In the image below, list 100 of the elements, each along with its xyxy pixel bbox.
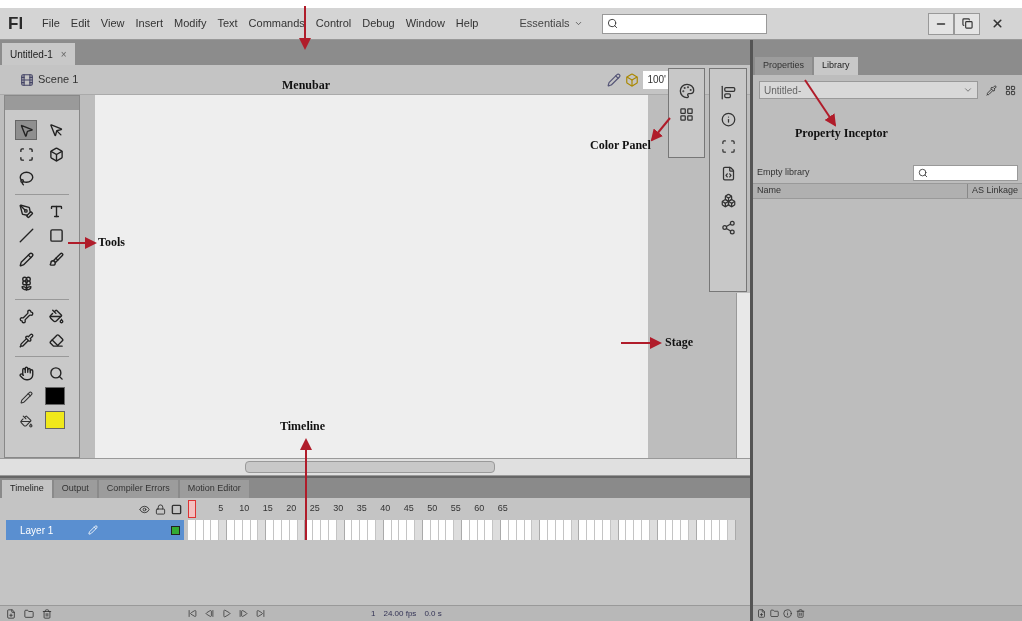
eyedropper-icon [18,332,34,348]
rectangle-tool-icon [48,227,64,243]
horizontal-scrollbar[interactable] [0,458,750,476]
delete-icon [796,609,805,618]
next-frame-icon [239,609,248,618]
transform-tool-icon [18,146,34,162]
layer-outline-swatch [171,525,180,535]
zoom-field[interactable]: 100' [643,70,670,89]
document-dropdown[interactable]: Untitled- [759,81,978,99]
frame-number: 65 [496,502,509,516]
search-field[interactable] [601,13,767,34]
transform-icon [720,139,736,154]
menu-item[interactable]: Insert [135,15,163,32]
annotation-label: Timeline [280,418,326,435]
folder-icon [770,609,779,618]
frame-number: 55 [449,502,462,516]
playhead[interactable] [188,500,196,518]
menu-item[interactable]: Window [405,15,445,32]
lock-icon [155,503,166,515]
frame-number: 30 [332,502,345,516]
scene-icon [20,72,34,87]
vertical-scrollbar[interactable] [736,293,750,458]
column-header[interactable]: AS Linkage [966,184,1018,198]
restore-button[interactable] [954,12,980,35]
eye-icon [139,503,150,515]
frame-number: 60 [473,502,486,516]
new-symbol-icon [757,609,766,618]
search-icon [918,168,928,178]
frame-rate[interactable]: 24.00 fps [383,607,417,620]
annotation-label: Color Panel [590,137,651,154]
color-swatch[interactable] [45,387,65,405]
layer-name: Layer 1 [20,523,55,538]
paint-bucket-icon [48,308,64,324]
selection-tool-icon [18,122,34,138]
document-tab[interactable]: Untitled-1 × [2,43,75,65]
fill-color-icon [19,414,33,428]
panel-tab[interactable]: Compiler Errors [98,480,178,498]
app-logo: Fl [8,12,24,35]
annotation-label: Property Inceptor [795,125,888,142]
scene-label: Scene 1 [38,72,79,88]
panel-tab[interactable]: Properties [755,57,813,75]
search-icon [606,18,618,29]
frame-number: 35 [355,502,368,516]
annotation-arrow [620,337,662,349]
menu-item[interactable]: View [100,15,125,32]
panel-tab[interactable]: Motion Editor [179,480,249,498]
sphere-tool-icon [48,146,64,162]
menu-item[interactable]: File [42,15,60,32]
menu-item[interactable]: Modify [174,15,207,32]
tab-close[interactable]: × [60,46,67,62]
lasso-icon [18,170,34,186]
frame-number: 50 [426,502,439,516]
text-tool-icon [48,203,64,219]
search-icon [48,365,64,381]
menu-item[interactable]: Help [455,15,479,32]
annotation-label: Stage [665,334,693,351]
subselection-tool-icon [48,122,64,138]
frame-number: 5 [217,502,225,516]
color-swatch[interactable] [45,411,65,429]
pen-icon [18,203,34,219]
menu-item[interactable]: Debug [362,15,395,32]
edit-scene-icon [607,72,622,87]
edit-symbol-icon [625,72,640,87]
previous-frame-icon [205,609,214,618]
deco-icon [18,275,34,291]
annotation-arrow [804,79,837,127]
color-icon [678,83,695,99]
new-library-icon [1005,84,1016,96]
caret-icon [573,19,583,28]
panel-tab[interactable]: Timeline [2,480,52,498]
delete-icon [42,608,52,619]
annotation-label: Menubar [282,77,330,94]
last-frame-icon [256,609,265,618]
menu-item[interactable]: Text [217,15,238,32]
tool-button[interactable] [15,120,37,140]
minimize-button[interactable] [928,12,954,35]
frame-number: 45 [402,502,415,516]
library-search-field[interactable] [913,165,1018,181]
menu-item[interactable]: Commands [248,15,305,32]
workspace-dropdown[interactable]: Essentials [519,15,583,32]
components-icon [720,193,736,208]
menu-item[interactable]: Edit [70,15,90,32]
eraser-icon [48,332,64,348]
pencil-icon [18,251,34,267]
current-frame: 1 [371,607,376,620]
column-header[interactable]: Name [757,184,781,198]
properties-icon [783,609,792,618]
frame-number: 10 [238,502,251,516]
frame-number: 25 [308,502,321,516]
new-layer-icon [6,608,16,619]
panel-tab[interactable]: Library [814,57,858,75]
code-icon [720,166,736,181]
annotation-arrow [650,117,671,142]
folder-icon [24,608,34,619]
menu-item[interactable]: Control [315,15,352,32]
outline-icon [171,503,182,515]
library-count: Empty library [757,166,810,180]
hand-icon [18,365,34,381]
annotation-arrow [67,237,97,249]
panel-tab[interactable]: Output [53,480,97,498]
